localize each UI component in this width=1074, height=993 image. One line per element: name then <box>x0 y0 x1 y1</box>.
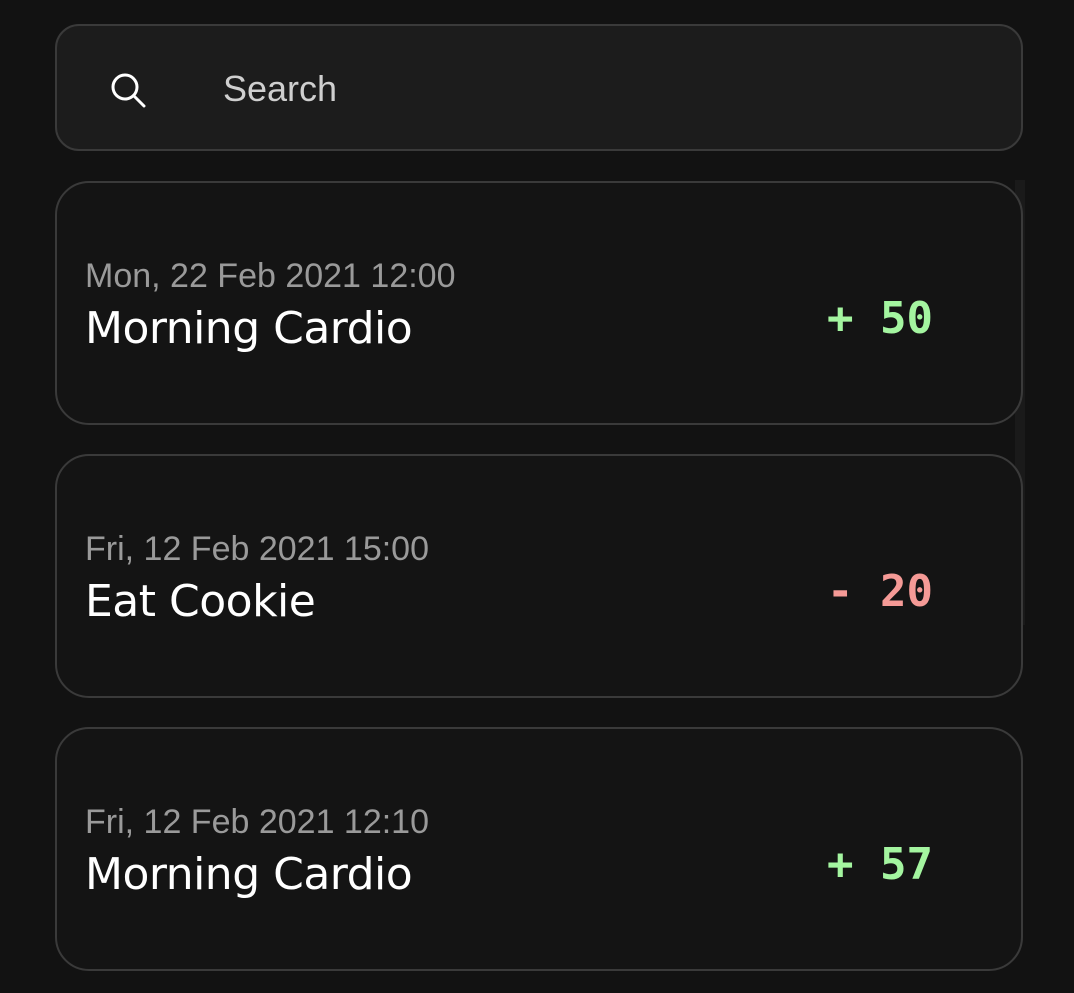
list-item[interactable]: Mon, 22 Feb 2021 12:00 Morning Cardio + … <box>55 181 1023 425</box>
list-item[interactable]: Fri, 12 Feb 2021 12:10 Morning Cardio + … <box>55 727 1023 971</box>
app-screen: Mon, 22 Feb 2021 12:00 Morning Cardio + … <box>0 0 1074 993</box>
entry-points: - 20 <box>827 566 933 617</box>
entry-date: Mon, 22 Feb 2021 12:00 <box>85 257 456 295</box>
entry-title: Morning Cardio <box>85 303 413 354</box>
entry-points: + 57 <box>827 839 933 890</box>
entry-date: Fri, 12 Feb 2021 15:00 <box>85 530 430 568</box>
search-bar[interactable] <box>55 24 1023 151</box>
entry-title: Morning Cardio <box>85 849 413 900</box>
search-input[interactable] <box>223 62 923 116</box>
entry-points: + 50 <box>827 293 933 344</box>
entry-date: Fri, 12 Feb 2021 12:10 <box>85 803 430 841</box>
list-item[interactable]: Fri, 12 Feb 2021 15:00 Eat Cookie - 20 <box>55 454 1023 698</box>
search-icon <box>111 73 146 108</box>
entry-title: Eat Cookie <box>85 576 316 627</box>
